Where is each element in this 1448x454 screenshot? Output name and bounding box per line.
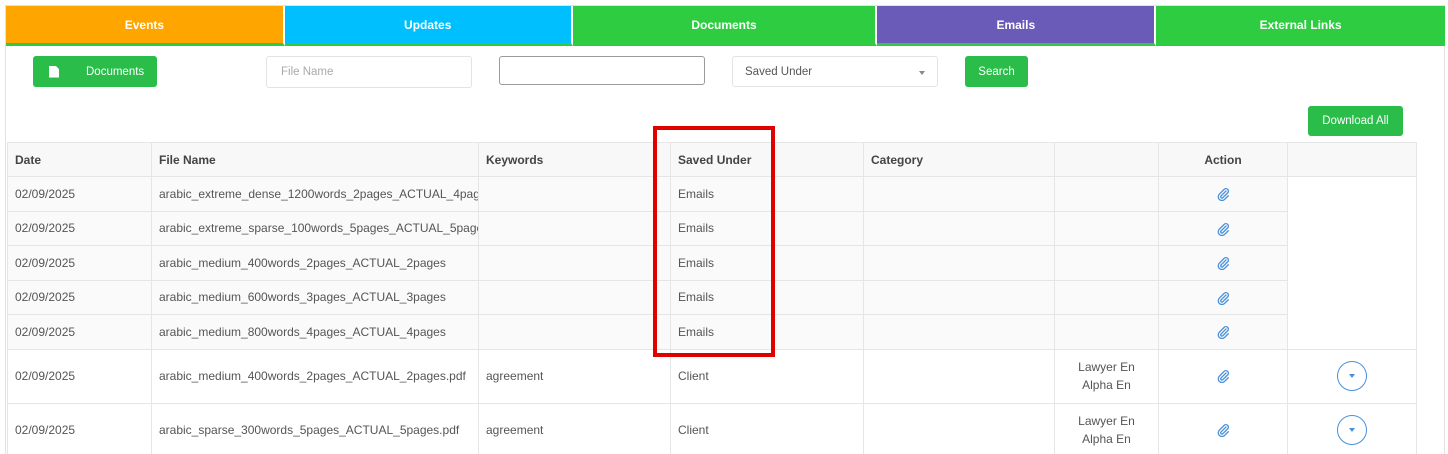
header-category[interactable]: Category [863,142,1055,177]
cell-category [863,245,1055,281]
paperclip-icon[interactable] [1216,187,1230,202]
cell-date: 02/09/2025 [7,210,152,246]
row-menu-button[interactable] [1337,361,1367,391]
cell-owner [1054,176,1159,212]
file-name-input[interactable]: File Name [266,56,472,88]
cell-keywords [478,245,671,281]
header-owner [1054,142,1159,177]
cell-action [1158,245,1288,281]
row-menu-button[interactable] [1337,415,1367,445]
saved-under-select[interactable]: Saved Under [732,56,938,87]
cell-category [863,314,1055,350]
cell-file-name: arabic_extreme_sparse_100words_5pages_AC… [151,210,479,246]
row-menu-cell [1287,348,1417,404]
cell-file-name: arabic_medium_600words_3pages_ACTUAL_3pa… [151,279,479,315]
cell-saved-under: Emails [670,176,864,212]
header-date[interactable]: Date [7,142,152,177]
search-button[interactable]: Search [965,56,1028,87]
cell-category [863,176,1055,212]
cell-keywords: agreement [478,402,671,454]
chevron-down-icon [1349,428,1355,432]
header-keywords[interactable]: Keywords [478,142,671,177]
chevron-down-icon [1349,374,1355,378]
cell-category [863,402,1055,454]
header-extra [1287,142,1417,177]
paperclip-icon[interactable] [1216,423,1230,438]
table-row: 02/09/2025 arabic_medium_600words_3pages_… [7,279,1417,315]
cell-owner: Lawyer En Alpha En [1054,402,1159,454]
documents-button-label: Documents [86,65,145,78]
cell-action [1158,210,1288,246]
cell-date: 02/09/2025 [7,402,152,454]
paperclip-icon[interactable] [1216,369,1230,384]
chevron-down-icon [919,71,925,75]
cell-date: 02/09/2025 [7,314,152,350]
cell-saved-under: Client [670,402,864,454]
keyword-input[interactable] [499,56,705,85]
cell-owner [1054,210,1159,246]
cell-action [1158,279,1288,315]
cell-keywords: agreement [478,348,671,404]
cell-saved-under: Emails [670,210,864,246]
cell-action [1158,314,1288,350]
tab-external-links[interactable]: External Links [1156,6,1445,46]
tab-documents[interactable]: Documents [572,6,878,46]
documents-table: Date File Name Keywords Saved Under Cate… [7,142,1417,454]
cell-saved-under: Emails [670,314,864,350]
table-row: 02/09/2025 arabic_extreme_sparse_100words… [7,210,1417,246]
cell-keywords [478,279,671,315]
cell-saved-under: Client [670,348,864,404]
table-row: 02/09/2025 arabic_sparse_300words_5pages_… [7,402,1417,454]
cell-date: 02/09/2025 [7,176,152,212]
paperclip-icon[interactable] [1216,256,1230,271]
header-file-name[interactable]: File Name [151,142,479,177]
header-saved-under[interactable]: Saved Under [670,142,864,177]
cell-owner [1054,245,1159,281]
tab-emails[interactable]: Emails [877,6,1157,46]
cell-file-name: arabic_sparse_300words_5pages_ACTUAL_5pa… [151,402,479,454]
cell-action [1158,176,1288,212]
table-header-row: Date File Name Keywords Saved Under Cate… [7,142,1417,177]
empty-cell [1287,176,1417,350]
tab-events[interactable]: Events [6,6,285,46]
section-tabs: Events Updates Documents Emails External… [6,6,1445,46]
table-row: 02/09/2025 arabic_medium_800words_4pages_… [7,314,1417,350]
cell-action [1158,402,1288,454]
cell-file-name: arabic_medium_400words_2pages_ACTUAL_2pa… [151,245,479,281]
paperclip-icon[interactable] [1216,325,1230,340]
cell-date: 02/09/2025 [7,348,152,404]
cell-date: 02/09/2025 [7,279,152,315]
cell-owner [1054,314,1159,350]
cell-keywords [478,210,671,246]
row-menu-cell [1287,402,1417,454]
cell-category [863,279,1055,315]
cell-date: 02/09/2025 [7,245,152,281]
cell-saved-under: Emails [670,279,864,315]
cell-category [863,348,1055,404]
table-row: 02/09/2025 arabic_medium_400words_2pages_… [7,348,1417,404]
cell-keywords [478,314,671,350]
documents-button[interactable]: Documents [33,56,157,87]
cell-action [1158,348,1288,404]
table-row: 02/09/2025 arabic_extreme_dense_1200words… [7,176,1417,350]
download-all-button[interactable]: Download All [1308,106,1403,136]
cell-keywords [478,176,671,212]
paperclip-icon[interactable] [1216,291,1230,305]
cell-file-name: arabic_medium_400words_2pages_ACTUAL_2pa… [151,348,479,404]
cell-saved-under: Emails [670,245,864,281]
table-row: 02/09/2025 arabic_medium_400words_2pages_… [7,245,1417,281]
cell-file-name: arabic_medium_800words_4pages_ACTUAL_4pa… [151,314,479,350]
header-action: Action [1158,142,1288,177]
document-icon [49,65,59,78]
cell-file-name: arabic_extreme_dense_1200words_2pages_AC… [151,176,479,212]
tab-updates[interactable]: Updates [284,6,573,46]
saved-under-select-value: Saved Under [745,65,813,78]
paperclip-icon[interactable] [1216,222,1230,236]
cell-category [863,210,1055,246]
cell-owner: Lawyer En Alpha En [1054,348,1159,404]
cell-owner [1054,279,1159,315]
